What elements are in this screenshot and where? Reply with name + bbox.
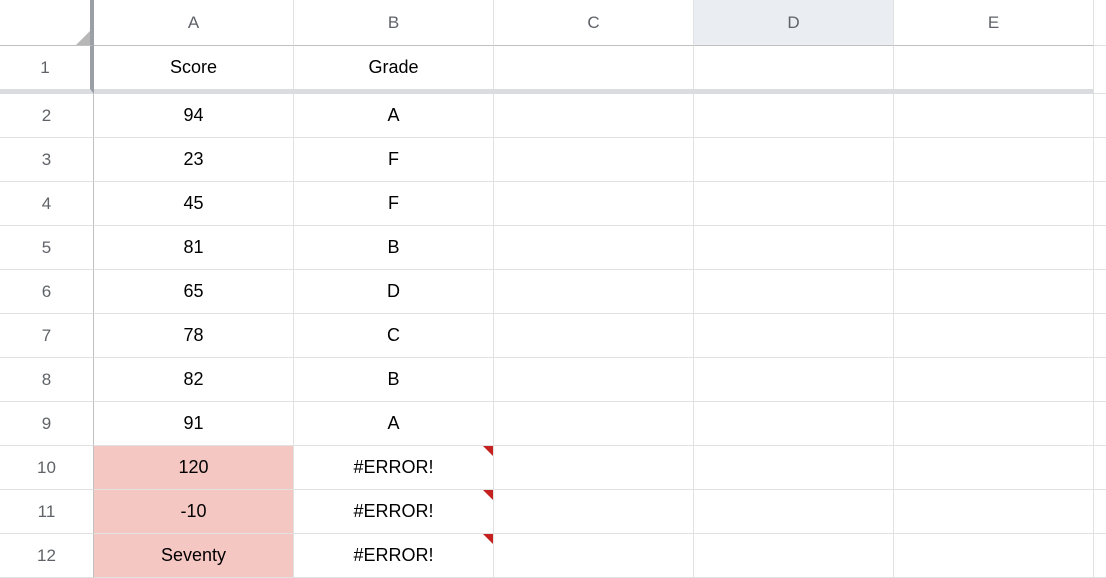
cell-a8[interactable]: 82 <box>94 358 294 402</box>
cell-e3[interactable] <box>894 138 1094 182</box>
cell-a6[interactable]: 65 <box>94 270 294 314</box>
column-header-b[interactable]: B <box>294 0 494 46</box>
row-header-9[interactable]: 9 <box>0 402 94 446</box>
cell-e4[interactable] <box>894 182 1094 226</box>
cell-e1[interactable] <box>894 46 1094 94</box>
cell-stub-3 <box>1094 138 1106 182</box>
column-header-c[interactable]: C <box>494 0 694 46</box>
cell-a11[interactable]: -10 <box>94 490 294 534</box>
cell-c6[interactable] <box>494 270 694 314</box>
cell-a5[interactable]: 81 <box>94 226 294 270</box>
cell-e7[interactable] <box>894 314 1094 358</box>
column-header-stub <box>1094 0 1106 46</box>
column-header-a[interactable]: A <box>94 0 294 46</box>
cell-a7[interactable]: 78 <box>94 314 294 358</box>
cell-stub-9 <box>1094 402 1106 446</box>
cell-e5[interactable] <box>894 226 1094 270</box>
cell-a10[interactable]: 120 <box>94 446 294 490</box>
cell-d1[interactable] <box>694 46 894 94</box>
cell-stub-1 <box>1094 46 1106 94</box>
cell-c10[interactable] <box>494 446 694 490</box>
cell-e8[interactable] <box>894 358 1094 402</box>
cell-b1[interactable]: Grade <box>294 46 494 94</box>
column-header-d[interactable]: D <box>694 0 894 46</box>
row-header-2[interactable]: 2 <box>0 94 94 138</box>
row-header-4[interactable]: 4 <box>0 182 94 226</box>
row-header-1[interactable]: 1 <box>0 46 94 94</box>
cell-d9[interactable] <box>694 402 894 446</box>
cell-d2[interactable] <box>694 94 894 138</box>
cell-d10[interactable] <box>694 446 894 490</box>
cell-stub-10 <box>1094 446 1106 490</box>
cell-stub-4 <box>1094 182 1106 226</box>
cell-b4[interactable]: F <box>294 182 494 226</box>
cell-a12[interactable]: Seventy <box>94 534 294 578</box>
cell-stub-6 <box>1094 270 1106 314</box>
cell-d7[interactable] <box>694 314 894 358</box>
cell-c2[interactable] <box>494 94 694 138</box>
row-header-10[interactable]: 10 <box>0 446 94 490</box>
cell-d12[interactable] <box>694 534 894 578</box>
row-header-8[interactable]: 8 <box>0 358 94 402</box>
cell-e10[interactable] <box>894 446 1094 490</box>
cell-a9[interactable]: 91 <box>94 402 294 446</box>
cell-b9[interactable]: A <box>294 402 494 446</box>
cell-c11[interactable] <box>494 490 694 534</box>
cell-b12[interactable]: #ERROR! <box>294 534 494 578</box>
cell-stub-8 <box>1094 358 1106 402</box>
cell-a3[interactable]: 23 <box>94 138 294 182</box>
cell-c4[interactable] <box>494 182 694 226</box>
row-header-12[interactable]: 12 <box>0 534 94 578</box>
cell-e6[interactable] <box>894 270 1094 314</box>
cell-b6[interactable]: D <box>294 270 494 314</box>
cell-c8[interactable] <box>494 358 694 402</box>
spreadsheet-grid[interactable]: ABCDE1ScoreGrade294A323F445F581B665D778C… <box>0 0 1106 578</box>
cell-e9[interactable] <box>894 402 1094 446</box>
cell-c9[interactable] <box>494 402 694 446</box>
cell-e11[interactable] <box>894 490 1094 534</box>
cell-stub-2 <box>1094 94 1106 138</box>
cell-b8[interactable]: B <box>294 358 494 402</box>
cell-c3[interactable] <box>494 138 694 182</box>
cell-a2[interactable]: 94 <box>94 94 294 138</box>
cell-b10[interactable]: #ERROR! <box>294 446 494 490</box>
cell-a4[interactable]: 45 <box>94 182 294 226</box>
cell-b5[interactable]: B <box>294 226 494 270</box>
cell-b2[interactable]: A <box>294 94 494 138</box>
cell-b7[interactable]: C <box>294 314 494 358</box>
cell-e12[interactable] <box>894 534 1094 578</box>
cell-d11[interactable] <box>694 490 894 534</box>
row-header-3[interactable]: 3 <box>0 138 94 182</box>
cell-d5[interactable] <box>694 226 894 270</box>
row-header-5[interactable]: 5 <box>0 226 94 270</box>
cell-stub-11 <box>1094 490 1106 534</box>
select-all-corner[interactable] <box>0 0 94 46</box>
cell-c7[interactable] <box>494 314 694 358</box>
cell-d8[interactable] <box>694 358 894 402</box>
cell-c1[interactable] <box>494 46 694 94</box>
row-header-7[interactable]: 7 <box>0 314 94 358</box>
column-header-e[interactable]: E <box>894 0 1094 46</box>
cell-a1[interactable]: Score <box>94 46 294 94</box>
row-header-11[interactable]: 11 <box>0 490 94 534</box>
cell-b3[interactable]: F <box>294 138 494 182</box>
cell-c5[interactable] <box>494 226 694 270</box>
cell-d4[interactable] <box>694 182 894 226</box>
cell-stub-12 <box>1094 534 1106 578</box>
cell-c12[interactable] <box>494 534 694 578</box>
cell-e2[interactable] <box>894 94 1094 138</box>
cell-d6[interactable] <box>694 270 894 314</box>
cell-b11[interactable]: #ERROR! <box>294 490 494 534</box>
cell-stub-7 <box>1094 314 1106 358</box>
row-header-6[interactable]: 6 <box>0 270 94 314</box>
cell-stub-5 <box>1094 226 1106 270</box>
cell-d3[interactable] <box>694 138 894 182</box>
